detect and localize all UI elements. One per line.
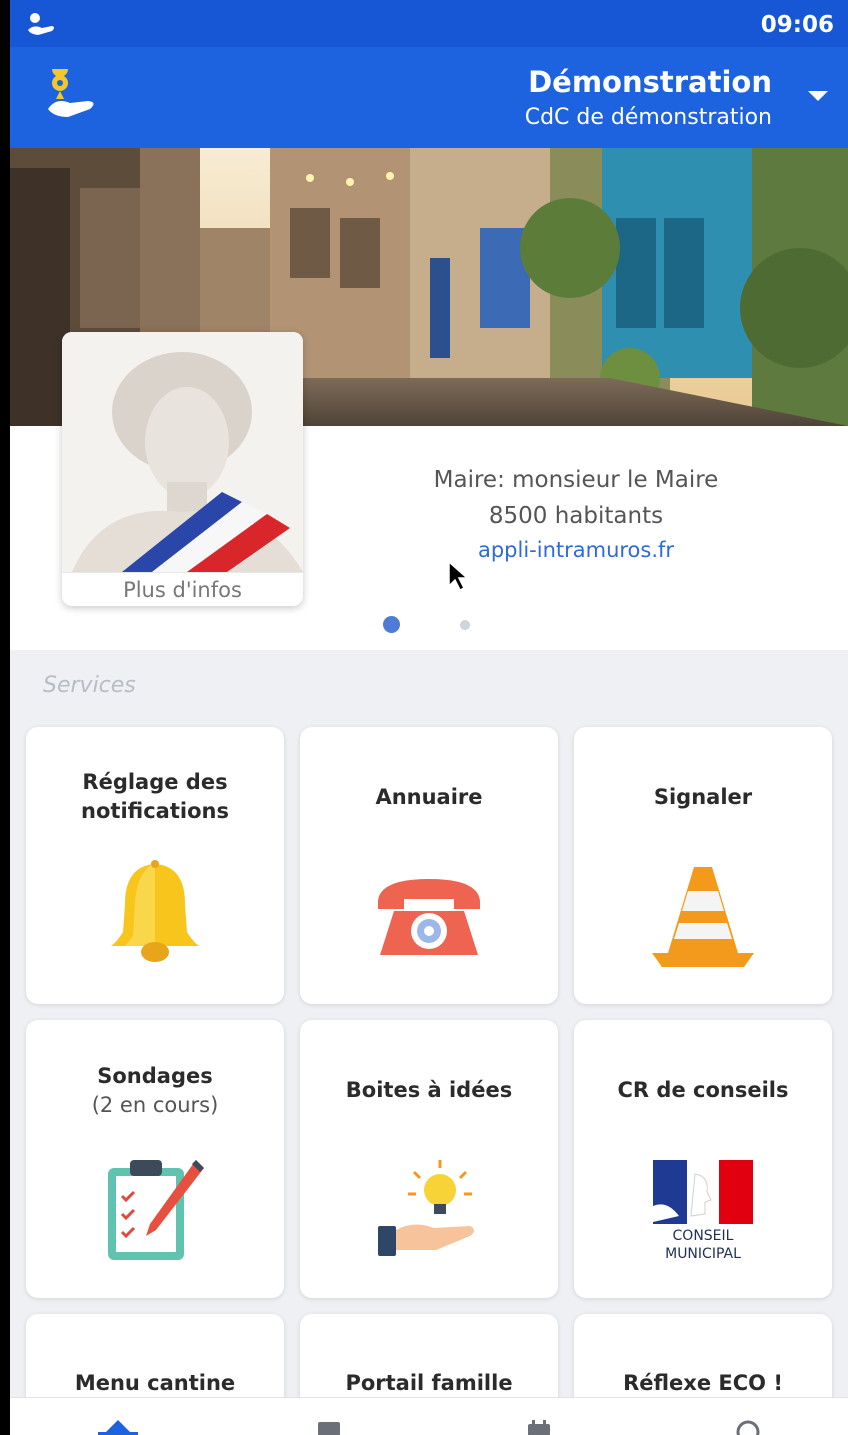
tile-label: Réflexe ECO ! (623, 1371, 783, 1395)
tile-notification-settings[interactable]: Réglage des notifications (26, 727, 284, 1004)
bottom-navigation (10, 1397, 848, 1435)
app-header: Démonstration CdC de démonstration (10, 47, 848, 148)
community-subtitle[interactable]: CdC de démonstration (525, 105, 772, 130)
tile-label: Signaler (653, 785, 753, 809)
app-logo-icon[interactable] (46, 69, 102, 121)
carousel-dot[interactable] (460, 620, 470, 630)
logo-text-municipal: MUNICIPAL (665, 1246, 741, 1262)
tile-label: Annuaire (375, 785, 483, 809)
tile-council-reports[interactable]: CR de conseils CONSEIL MUNICIPAL (574, 1020, 832, 1298)
tile-label: Portail famille (345, 1371, 513, 1395)
logo-text-conseil: CONSEIL (673, 1228, 734, 1244)
website-link[interactable]: appli-intramuros.fr (320, 538, 832, 562)
tile-report[interactable]: Signaler (574, 727, 832, 1004)
status-bar: 09:06 (10, 0, 848, 47)
carousel-dot-active[interactable] (383, 616, 400, 633)
telephone-icon (378, 879, 480, 955)
mayor-portrait-card[interactable]: Plus d'infos (62, 332, 303, 606)
marianne-bust-image (62, 332, 303, 572)
nav-map-icon[interactable] (728, 1418, 768, 1435)
nav-news-icon[interactable] (308, 1418, 348, 1435)
community-title[interactable]: Démonstration (528, 65, 772, 99)
mayor-name: Maire: monsieur le Maire (433, 467, 719, 493)
app-screen: 09:06 Démonstration CdC de démonstration (10, 0, 848, 1435)
clipboard-icon (108, 1160, 204, 1260)
idea-lightbulb-icon (378, 1160, 474, 1256)
inhabitants-count: 8500 habitants (488, 503, 664, 529)
tile-label: Sondages (97, 1064, 213, 1088)
status-time: 09:06 (760, 12, 834, 38)
community-dropdown-icon[interactable] (808, 91, 828, 101)
more-info-link[interactable]: Plus d'infos (62, 572, 303, 606)
tile-label: CR de conseils (617, 1078, 789, 1102)
tile-label: Réglage des (82, 770, 228, 794)
nav-calendar-icon[interactable] (518, 1418, 558, 1435)
tile-polls[interactable]: Sondages (2 en cours) (26, 1020, 284, 1298)
tile-directory[interactable]: Annuaire (300, 727, 558, 1004)
tile-idea-box[interactable]: Boites à idées (300, 1020, 558, 1298)
services-section-label: Services (43, 673, 136, 698)
traffic-cone-icon (652, 867, 754, 967)
tile-sublabel: (2 en cours) (91, 1093, 219, 1117)
bell-icon (111, 860, 199, 962)
conseil-municipal-logo: CONSEIL MUNICIPAL (653, 1160, 753, 1262)
nav-home-icon[interactable] (98, 1418, 138, 1435)
tile-label: Boites à idées (345, 1078, 513, 1102)
tile-label: Menu cantine (74, 1371, 236, 1395)
mouse-cursor-icon (448, 560, 469, 592)
app-notification-icon (28, 13, 54, 35)
tile-label: notifications (81, 799, 229, 823)
